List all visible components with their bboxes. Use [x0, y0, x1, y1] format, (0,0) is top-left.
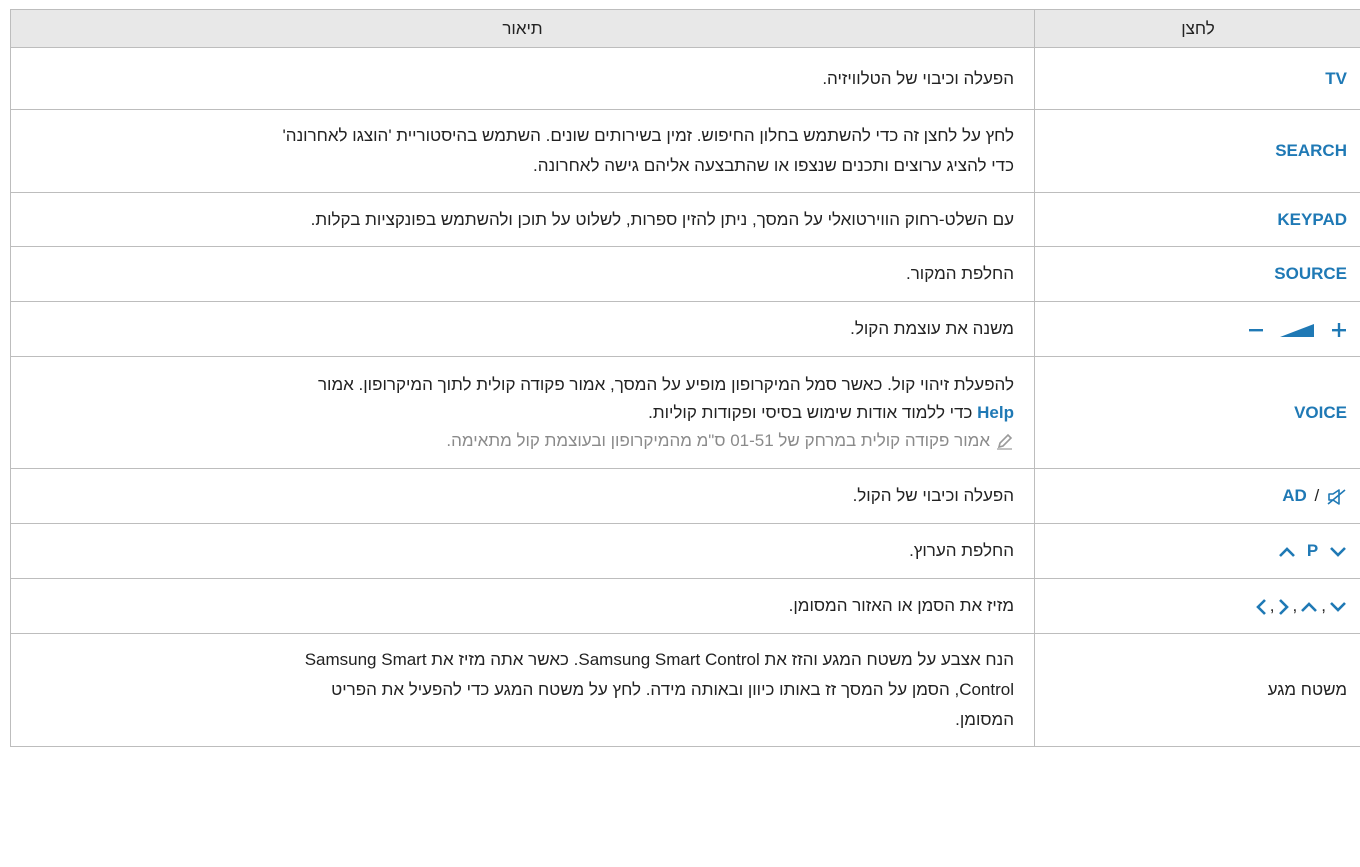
- volume-ramp-icon: [1280, 323, 1315, 337]
- desc-search-line2: כדי להציג ערוצים ותכנים שנצפו או שהתבצעה…: [533, 156, 1014, 175]
- table-row: ,,, מזיז את הסמן או האזור המסומן.: [10, 578, 1360, 634]
- desc-touchpad-line1: הנח אצבע על משטח המגע והזז את Samsung Sm…: [304, 650, 1014, 669]
- button-volume: [1034, 301, 1360, 357]
- comma-1: ,: [1269, 596, 1275, 615]
- desc-touchpad: הנח אצבע על משטח המגע והזז את Samsung Sm…: [10, 633, 1035, 747]
- chevron-left-icon: [1255, 598, 1266, 615]
- minus-icon: [1248, 328, 1263, 331]
- comma-3: ,: [1321, 596, 1326, 615]
- desc-tv: הפעלה וכיבוי של הטלוויזיה.: [10, 47, 1035, 110]
- button-voice: VOICE: [1034, 356, 1360, 469]
- button-reference-table: לחצן תיאור TV הפעלה וכיבוי של הטלוויזיה.…: [10, 9, 1360, 747]
- pencil-icon: [997, 433, 1013, 450]
- header-button: לחצן: [1034, 9, 1360, 48]
- desc-touchpad-line2: Control, הסמן על המסך זז באותו כיוון ובא…: [331, 680, 1014, 699]
- button-touchpad: משטח מגע: [1034, 633, 1360, 747]
- voice-note: אמור פקודה קולית במרחק של 01-51 ס"מ מהמי…: [25, 427, 1014, 455]
- chevron-right-icon: [1278, 598, 1289, 615]
- chevron-up-icon: [1279, 546, 1296, 557]
- desc-ad: הפעלה וכיבוי של הקול.: [10, 468, 1035, 524]
- desc-search: לחץ על לחצן זה כדי להשתמש בחלון החיפוש. …: [10, 109, 1035, 193]
- desc-search-line1: לחץ על לחצן זה כדי להשתמש בחלון החיפוש. …: [282, 126, 1014, 145]
- chevron-down-icon: [1330, 601, 1346, 612]
- button-ad-label: AD: [1282, 486, 1307, 505]
- desc-keypad: עם השלט-רחוק הווירטואלי על המסך, ניתן לה…: [10, 192, 1035, 247]
- desc-voice-line1: להפעלת זיהוי קול. כאשר סמל המיקרופון מופ…: [317, 374, 1014, 394]
- button-ad-mute: AD /: [1034, 468, 1360, 524]
- table-row: SEARCH לחץ על לחצן זה כדי להשתמש בחלון ה…: [10, 109, 1360, 193]
- desc-arrows: מזיז את הסמן או האזור המסומן.: [10, 578, 1035, 634]
- table-row: AD / הפעלה וכיבוי של הקול.: [10, 468, 1360, 524]
- mute-icon: [1327, 488, 1346, 505]
- desc-voice: להפעלת זיהוי קול. כאשר סמל המיקרופון מופ…: [10, 356, 1035, 469]
- table-row: KEYPAD עם השלט-רחוק הווירטואלי על המסך, …: [10, 192, 1360, 247]
- desc-channel: החלפת הערוץ.: [10, 523, 1035, 579]
- button-search: SEARCH: [1034, 109, 1360, 193]
- help-keyword: Help: [977, 402, 1014, 422]
- button-channel: P: [1034, 523, 1360, 579]
- chevron-down-icon: [1330, 546, 1346, 557]
- ad-separator: /: [1314, 486, 1320, 505]
- comma-2: ,: [1292, 596, 1298, 615]
- button-arrows: ,,,: [1034, 578, 1360, 634]
- button-channel-label: P: [1306, 541, 1319, 560]
- table-row: SOURCE החלפת המקור.: [10, 246, 1360, 302]
- table-row: VOICE להפעלת זיהוי קול. כאשר סמל המיקרופ…: [10, 356, 1360, 469]
- desc-volume: משנה את עוצמת הקול.: [10, 301, 1035, 357]
- desc-voice-line2: כדי ללמוד אודות שימוש בסיסי ופקודות קולי…: [648, 402, 978, 422]
- button-tv: TV: [1034, 47, 1360, 110]
- button-keypad: KEYPAD: [1034, 192, 1360, 247]
- chevron-up-icon: [1301, 601, 1318, 612]
- table-header-row: לחצן תיאור: [10, 9, 1360, 48]
- desc-touchpad-line3: המסומן.: [955, 710, 1014, 729]
- voice-note-text: אמור פקודה קולית במרחק של 01-51 ס"מ מהמי…: [446, 430, 990, 450]
- table-row: משנה את עוצמת הקול.: [10, 301, 1360, 357]
- button-source: SOURCE: [1034, 246, 1360, 302]
- table-row: TV הפעלה וכיבוי של הטלוויזיה.: [10, 47, 1360, 110]
- desc-source: החלפת המקור.: [10, 246, 1035, 302]
- plus-icon: [1332, 322, 1346, 337]
- table-row: משטח מגע הנח אצבע על משטח המגע והזז את S…: [10, 633, 1360, 747]
- header-description: תיאור: [10, 9, 1035, 48]
- table-row: P החלפת הערוץ.: [10, 523, 1360, 579]
